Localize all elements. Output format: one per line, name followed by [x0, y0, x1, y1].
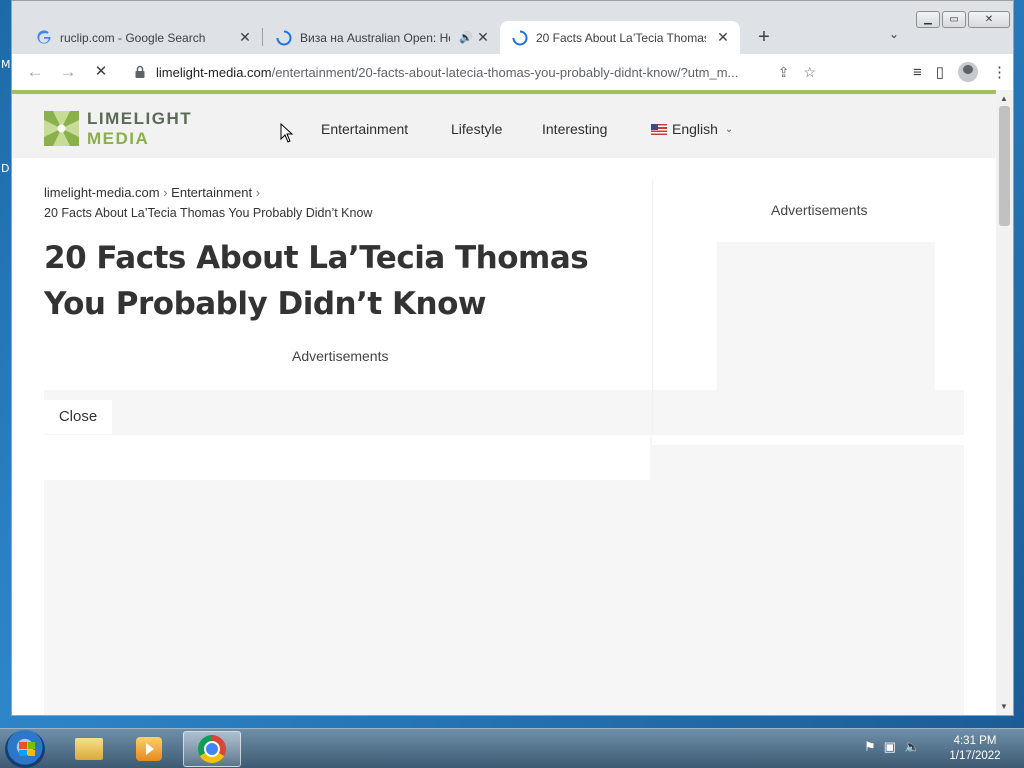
- close-tab-icon[interactable]: ✕: [716, 30, 730, 44]
- google-icon: [36, 29, 52, 46]
- tab-australian-open[interactable]: Виза на Australian Open: Ho 🔊 ✕: [264, 21, 500, 54]
- loading-icon: [512, 30, 528, 46]
- site-header: LIMELIGHT MEDIA Entertainment Lifestyle …: [12, 94, 996, 158]
- window-controls: ▁ ▭ ✕: [916, 11, 1010, 29]
- menu-icon[interactable]: ⋮: [992, 63, 1007, 81]
- forward-icon[interactable]: →: [57, 61, 79, 83]
- nav-lifestyle[interactable]: Lifestyle: [451, 121, 502, 137]
- lock-icon[interactable]: [134, 65, 146, 79]
- tab-strip: ruclip.com - Google Search ✕ Виза на Aus…: [12, 1, 1013, 54]
- browser-window: ruclip.com - Google Search ✕ Виза на Aus…: [11, 0, 1014, 716]
- logo-text[interactable]: MEDIA: [87, 129, 149, 149]
- clock-time: 4:31 PM: [953, 735, 997, 747]
- maximize-icon[interactable]: ▭: [942, 11, 966, 28]
- web-page: LIMELIGHT MEDIA Entertainment Lifestyle …: [12, 90, 996, 715]
- article-title: 20 Facts About La’Tecia Thomas You Proba…: [44, 240, 589, 322]
- audio-playing-icon[interactable]: 🔊: [458, 30, 474, 46]
- nav-interesting[interactable]: Interesting: [542, 121, 607, 137]
- chevron-down-icon: ⌄: [724, 123, 734, 135]
- breadcrumb-section[interactable]: Entertainment: [171, 185, 252, 200]
- close-ad-button[interactable]: Close: [44, 400, 112, 434]
- scroll-thumb[interactable]: [999, 106, 1010, 226]
- media-player-icon: [136, 737, 162, 761]
- back-icon[interactable]: ←: [24, 61, 46, 83]
- close-tab-icon[interactable]: ✕: [238, 30, 252, 44]
- taskbar-chrome[interactable]: [183, 731, 241, 767]
- tab-title: ruclip.com - Google Search: [60, 30, 206, 45]
- url-path: /entertainment/20-facts-about-latecia-th…: [271, 64, 739, 80]
- windows-logo-icon: [19, 742, 35, 756]
- nav-entertainment[interactable]: Entertainment: [321, 121, 408, 137]
- logo-text[interactable]: LIMELIGHT: [87, 109, 192, 129]
- url-host: limelight-media.com: [156, 64, 272, 80]
- browser-toolbar: ← → ✕ limelight-media.com /entertainment…: [12, 54, 1013, 90]
- us-flag-icon: [651, 123, 667, 135]
- clock[interactable]: 4:31 PM 1/17/2022: [940, 734, 1010, 764]
- close-window-icon[interactable]: ✕: [968, 11, 1010, 28]
- network-icon[interactable]: ▣: [884, 739, 896, 755]
- clock-date: 1/17/2022: [949, 750, 1001, 762]
- sidebar-ad-slot: [717, 242, 935, 432]
- new-tab-icon[interactable]: +: [752, 25, 776, 49]
- volume-icon[interactable]: 🔈: [904, 739, 920, 755]
- breadcrumb-home[interactable]: limelight-media.com: [44, 185, 160, 200]
- tab-google-search[interactable]: ruclip.com - Google Search ✕: [22, 21, 262, 54]
- language-selector[interactable]: English ⌄: [651, 121, 733, 137]
- media-control-icon[interactable]: ≡: [913, 64, 922, 81]
- address-bar[interactable]: limelight-media.com /entertainment/20-fa…: [126, 58, 816, 86]
- taskbar-media-player[interactable]: [120, 731, 178, 767]
- advertisements-label: Advertisements: [292, 348, 389, 364]
- close-tab-icon[interactable]: ✕: [476, 30, 490, 44]
- system-tray: ⚑ ▣ 🔈: [864, 739, 920, 755]
- stop-loading-icon[interactable]: ✕: [90, 61, 112, 83]
- taskbar-explorer[interactable]: [60, 731, 118, 767]
- breadcrumb-current: 20 Facts About La’Tecia Thomas You Proba…: [44, 206, 373, 220]
- share-icon[interactable]: ⇪: [778, 64, 790, 81]
- desktop-icon-label: M: [1, 58, 11, 71]
- tab-title: Виза на Australian Open: Ho: [300, 30, 450, 45]
- bookmark-star-icon[interactable]: ☆: [803, 64, 816, 81]
- minimize-icon[interactable]: ▁: [916, 11, 940, 28]
- tab-title: 20 Facts About La’Tecia Thomas Yo: [536, 30, 706, 45]
- chrome-icon: [198, 735, 226, 763]
- breadcrumb: limelight-media.com › Entertainment ›: [44, 185, 261, 200]
- limelight-logo-icon[interactable]: [44, 111, 79, 146]
- sidebar-advertisements-label: Advertisements: [771, 202, 868, 218]
- profile-avatar-icon[interactable]: [958, 62, 978, 82]
- loading-icon: [276, 30, 292, 46]
- tab-latecia-thomas[interactable]: 20 Facts About La’Tecia Thomas Yo ✕: [500, 21, 740, 54]
- tab-search-icon[interactable]: ⌄: [884, 27, 904, 47]
- side-panel-icon[interactable]: ▯: [936, 63, 944, 81]
- mouse-cursor-icon: [280, 123, 294, 143]
- action-center-flag-icon[interactable]: ⚑: [864, 739, 876, 755]
- taskbar: ⚑ ▣ 🔈 4:31 PM 1/17/2022: [0, 728, 1024, 768]
- page-scrollbar[interactable]: ▲ ▼: [996, 90, 1013, 715]
- scroll-up-icon[interactable]: ▲: [1000, 94, 1008, 103]
- scroll-down-icon[interactable]: ▼: [1000, 702, 1008, 711]
- desktop-icon-label: D: [1, 162, 10, 175]
- language-label: English: [672, 121, 718, 137]
- folder-icon: [75, 738, 103, 760]
- start-button[interactable]: [5, 730, 45, 768]
